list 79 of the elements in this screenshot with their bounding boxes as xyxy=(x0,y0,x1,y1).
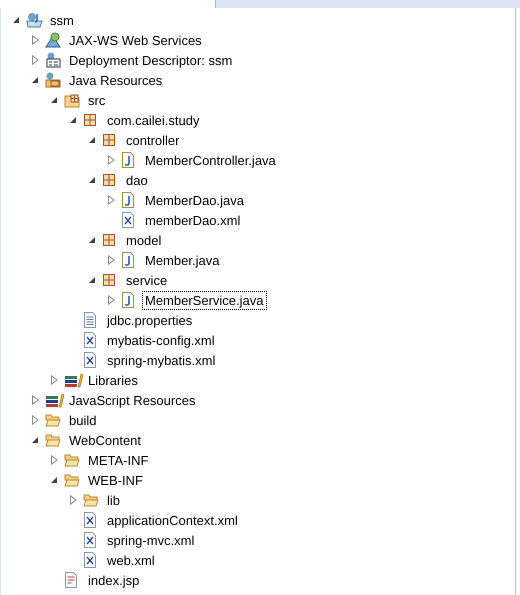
tree-item[interactable]: Deployment Descriptor: ssm xyxy=(66,50,236,70)
tree-item[interactable]: src xyxy=(85,90,108,110)
tree-item[interactable]: service xyxy=(123,270,170,290)
tree-item[interactable]: WEB-INF xyxy=(85,470,146,490)
java-file-icon xyxy=(121,152,135,168)
tree-item[interactable]: controller xyxy=(123,130,182,150)
tree-item[interactable]: index.jsp xyxy=(85,570,142,590)
tree-item[interactable]: WebContent xyxy=(66,430,144,450)
expanded-arrow-icon[interactable] xyxy=(31,76,39,84)
tree-item[interactable]: Libraries xyxy=(85,370,141,390)
collapsed-arrow-icon[interactable] xyxy=(32,395,38,405)
collapsed-arrow-icon[interactable] xyxy=(108,255,114,265)
expanded-arrow-icon[interactable] xyxy=(88,176,96,184)
expanded-arrow-icon[interactable] xyxy=(88,236,96,244)
package-icon xyxy=(102,173,116,187)
collapsed-arrow-icon[interactable] xyxy=(108,155,114,165)
xml-file-icon xyxy=(83,552,97,568)
expanded-arrow-icon[interactable] xyxy=(31,436,39,444)
tree-item[interactable]: mybatis-config.xml xyxy=(104,330,218,350)
web-file-icon xyxy=(64,572,78,588)
text-file-icon xyxy=(83,312,97,328)
tree-item[interactable]: spring-mvc.xml xyxy=(104,530,198,550)
tree-item[interactable]: META-INF xyxy=(85,450,152,470)
collapsed-arrow-icon[interactable] xyxy=(32,415,38,425)
tree-item[interactable]: memberDao.xml xyxy=(142,210,244,230)
xml-file-icon xyxy=(83,352,97,368)
tree-item[interactable]: Member.java xyxy=(142,250,222,270)
java-file-icon xyxy=(121,252,135,268)
project-icon xyxy=(26,12,44,28)
folder-icon xyxy=(45,412,61,428)
expanded-arrow-icon[interactable] xyxy=(69,116,77,124)
tree-item[interactable]: jdbc.properties xyxy=(104,310,196,330)
collapsed-arrow-icon[interactable] xyxy=(32,55,38,65)
tree-item[interactable]: com.cailei.study xyxy=(104,110,202,130)
tree-item[interactable]: JAX-WS Web Services xyxy=(66,30,205,50)
expanded-arrow-icon[interactable] xyxy=(88,276,96,284)
package-icon xyxy=(83,113,97,127)
java-file-icon xyxy=(121,292,135,308)
java-file-icon xyxy=(121,192,135,208)
xml-file-icon xyxy=(121,212,135,228)
collapsed-arrow-icon[interactable] xyxy=(50,455,58,465)
tree-item[interactable]: MemberDao.java xyxy=(142,190,247,210)
tree-item[interactable]: dao xyxy=(123,170,151,190)
xml-file-icon xyxy=(83,512,97,528)
package-icon xyxy=(102,233,116,247)
resources-icon xyxy=(45,72,61,88)
tree-item[interactable]: MemberService.java xyxy=(142,290,266,310)
tree-item[interactable]: ssm xyxy=(47,10,77,30)
collapsed-arrow-icon[interactable] xyxy=(108,195,114,205)
tree-item[interactable]: spring-mybatis.xml xyxy=(104,350,218,370)
source-folder-icon xyxy=(64,92,80,108)
globe-service-icon xyxy=(45,32,61,48)
tree-item[interactable]: MemberController.java xyxy=(142,150,279,170)
collapsed-arrow-icon[interactable] xyxy=(32,35,38,45)
collapsed-arrow-icon[interactable] xyxy=(108,295,114,305)
package-icon xyxy=(102,133,116,147)
books-icon xyxy=(64,372,84,388)
xml-file-icon xyxy=(83,332,97,348)
tree-item[interactable]: JavaScript Resources xyxy=(66,390,198,410)
expanded-arrow-icon[interactable] xyxy=(50,96,58,104)
folder-icon xyxy=(45,432,61,448)
tree-item[interactable]: lib xyxy=(104,490,124,510)
expanded-arrow-icon[interactable] xyxy=(12,16,20,24)
descriptor-icon xyxy=(45,52,61,68)
collapsed-arrow-icon[interactable] xyxy=(50,375,58,385)
books-icon xyxy=(45,392,65,408)
tree-item[interactable]: Java Resources xyxy=(66,70,166,90)
tree-item[interactable]: model xyxy=(123,230,164,250)
folder-icon xyxy=(64,472,80,488)
tree-item[interactable]: applicationContext.xml xyxy=(104,510,241,530)
expanded-arrow-icon[interactable] xyxy=(50,476,58,484)
expanded-arrow-icon[interactable] xyxy=(88,136,96,144)
xml-file-icon xyxy=(83,532,97,548)
collapsed-arrow-icon[interactable] xyxy=(70,495,76,505)
tree-item[interactable]: build xyxy=(66,410,100,430)
package-icon xyxy=(102,273,116,287)
folder-icon xyxy=(64,452,80,468)
folder-icon xyxy=(83,492,99,508)
tree-item[interactable]: web.xml xyxy=(104,550,158,570)
